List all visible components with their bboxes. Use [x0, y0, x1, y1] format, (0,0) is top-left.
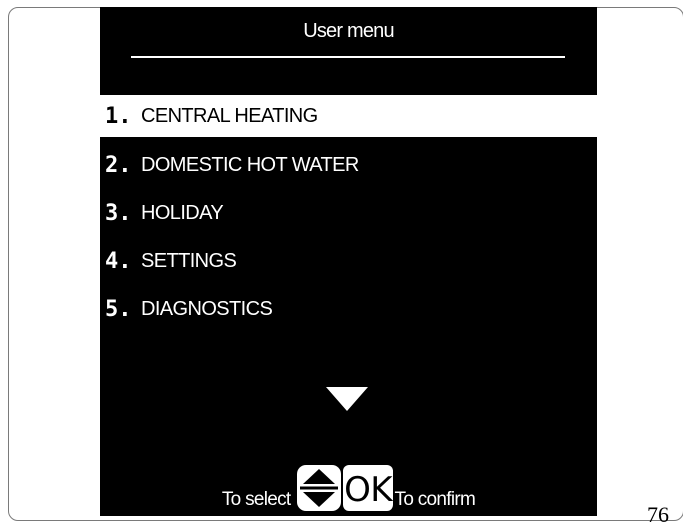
display-screen: User menu 1. CENTRAL HEATING 2. DOMESTIC…: [100, 7, 597, 516]
menu-item-label: DOMESTIC HOT WATER: [141, 153, 359, 176]
menu-item-label: DIAGNOSTICS: [141, 297, 273, 320]
menu-item-diagnostics[interactable]: 5. DIAGNOSTICS: [100, 285, 597, 333]
select-hint-label: To select: [221, 489, 291, 510]
menu-item-central-heating[interactable]: 1. CENTRAL HEATING: [100, 95, 597, 137]
ok-key-label: OK: [344, 470, 393, 510]
confirm-hint-label: To confirm: [394, 489, 476, 510]
menu-item-label: CENTRAL HEATING: [141, 104, 318, 127]
footer-hint: To select OK To confirm: [100, 462, 597, 516]
page-number: 76: [647, 502, 669, 527]
menu-list: 1. CENTRAL HEATING 2. DOMESTIC HOT WATER…: [100, 95, 597, 333]
menu-title: User menu: [303, 20, 394, 42]
menu-item-number: 1.: [105, 103, 132, 129]
menu-item-label: SETTINGS: [141, 249, 237, 272]
menu-item-number: 5.: [105, 296, 132, 322]
menu-item-number: 3.: [105, 200, 132, 226]
menu-item-number: 4.: [105, 248, 132, 274]
menu-item-settings[interactable]: 4. SETTINGS: [100, 237, 597, 285]
triangle-down-icon[interactable]: [326, 387, 368, 411]
up-down-keys-icon[interactable]: [296, 465, 341, 511]
menu-item-label: HOLIDAY: [141, 201, 224, 224]
menu-item-number: 2.: [105, 152, 132, 178]
menu-item-holiday[interactable]: 3. HOLIDAY: [100, 189, 597, 237]
title-divider: [131, 56, 565, 58]
ok-key-icon[interactable]: OK: [342, 465, 393, 511]
menu-item-domestic-hot-water[interactable]: 2. DOMESTIC HOT WATER: [100, 141, 597, 189]
